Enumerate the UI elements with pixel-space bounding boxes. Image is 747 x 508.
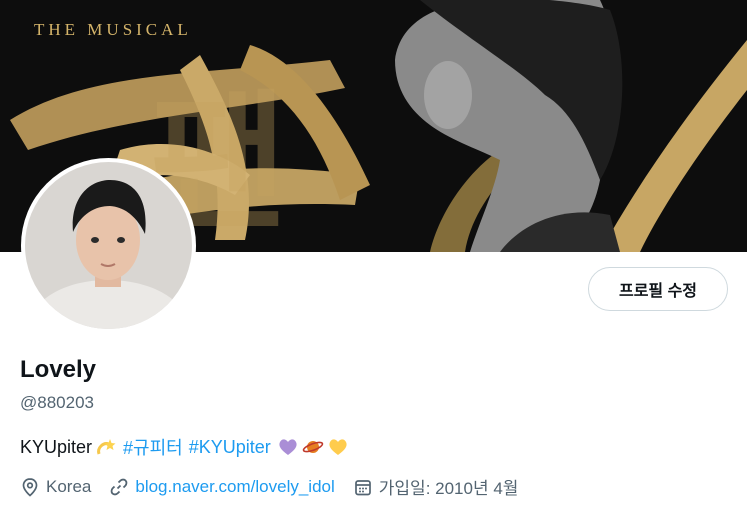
edit-profile-button[interactable]: 프로필 수정 [588,267,728,311]
profile-avatar[interactable] [21,158,196,333]
location: Korea [20,477,91,497]
location-pin-icon [22,477,38,497]
link-icon [111,478,128,495]
join-date: 가입일: 2010년 4월 [353,474,519,499]
bio: KYUpiter #규피터 #KYUpiter [20,434,349,460]
hashtag-link[interactable]: #규피터 [123,434,183,460]
user-handle: @880203 [20,393,94,412]
profile-meta: Korea blog.naver.com/lovely_idol 가입일: 20… [20,474,536,499]
dizzy-emoji [97,439,116,455]
purple-heart-emoji [279,439,297,455]
calendar-icon [354,479,371,495]
location-text: Korea [46,476,92,496]
website[interactable]: blog.naver.com/lovely_idol [109,477,335,497]
yellow-heart-emoji [329,439,347,455]
join-date-text: 가입일: 2010년 4월 [378,479,519,498]
hashtag-link[interactable]: #KYUpiter [189,437,271,458]
avatar-image [25,162,192,329]
display-name: Lovely [20,356,97,383]
ringed-planet-emoji [302,441,324,453]
website-link[interactable]: blog.naver.com/lovely_idol [135,477,334,497]
banner-tagline: THE MUSICAL [34,20,192,39]
bio-text: KYUpiter [20,436,93,457]
